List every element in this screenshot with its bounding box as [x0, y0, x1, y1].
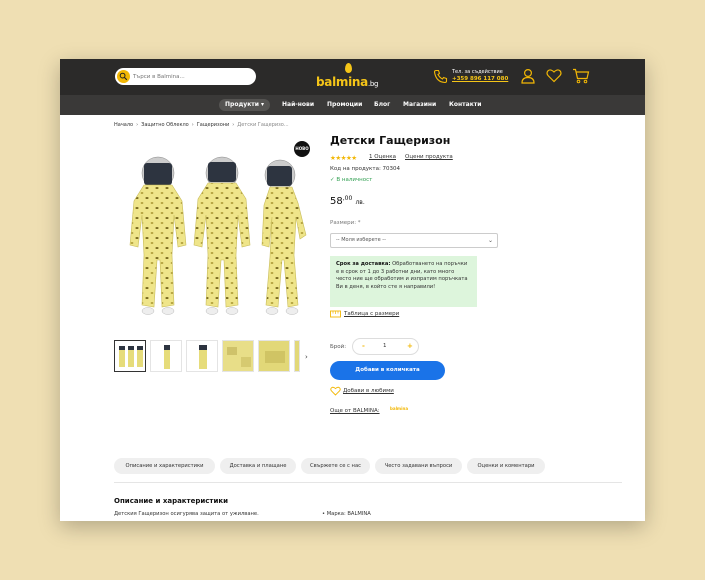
tab-faq[interactable]: Често задавани въпроси: [375, 458, 462, 474]
quantity-value[interactable]: 1: [383, 343, 387, 349]
product-code: Код на продукта: 70304: [330, 166, 401, 172]
size-label: Размери: *: [330, 220, 361, 226]
delivery-info: Срок за доставка: Обработването на поръч…: [330, 256, 477, 307]
suit-side: [261, 159, 307, 315]
review-count-link[interactable]: 1 Оценка: [369, 154, 396, 160]
chevron-down-icon: ▾: [261, 101, 265, 108]
phone-number-link[interactable]: +359 896 117 080: [452, 76, 508, 82]
description-text: Детския Гащеризон осигурява защита от уж…: [114, 511, 259, 517]
cart-icon[interactable]: [572, 68, 590, 84]
suit-back: [193, 156, 251, 315]
search-icon[interactable]: [117, 70, 130, 83]
thumbnail[interactable]: [186, 340, 218, 372]
user-icon[interactable]: [521, 68, 535, 84]
logo-text: balmina.bg: [316, 75, 379, 89]
rate-product-link[interactable]: Оцени продукта: [405, 154, 453, 160]
nav-promotions[interactable]: Промоции: [327, 99, 362, 111]
product-title: Детски Гащеризон: [330, 134, 451, 147]
search-input[interactable]: [133, 70, 251, 83]
tab-delivery[interactable]: Доставка и плащане: [220, 458, 296, 474]
add-to-favorites-link[interactable]: Добави в любими: [343, 388, 394, 394]
browser-page: balmina.bg Тел. за съдействие +359 896 1…: [60, 59, 645, 521]
phone-icon: [433, 69, 448, 84]
suit-front: [129, 156, 187, 315]
honey-drop-icon: [345, 63, 352, 73]
tab-contact[interactable]: Свържете се с нас: [301, 458, 370, 474]
breadcrumb: Начало › Защитно Облекло › Гащеризони › Детски…: [114, 122, 289, 128]
chevron-right-icon[interactable]: ›: [305, 353, 308, 361]
breadcrumb-protective[interactable]: Защитно Облекло: [141, 122, 189, 128]
heart-icon[interactable]: [330, 386, 341, 396]
nav-newest[interactable]: Най-нови: [282, 99, 314, 111]
description-title: Описание и характеристики: [114, 497, 229, 505]
brand-attribute: • Марка: BALMINA: [322, 511, 371, 517]
product-tabs: Описание и характеристики Доставка и пла…: [114, 458, 594, 475]
stock-status: ✓ В наличност: [330, 177, 373, 183]
thumbnail[interactable]: [294, 340, 300, 372]
new-badge: НОВО: [294, 141, 310, 157]
nav-contacts[interactable]: Контакти: [449, 99, 481, 111]
thumbnail[interactable]: [222, 340, 254, 372]
ruler-icon: [330, 310, 341, 318]
quantity-increase-button[interactable]: +: [407, 342, 413, 350]
tab-reviews[interactable]: Оценки и коментари: [467, 458, 545, 474]
breadcrumb-overalls[interactable]: Гащеризони: [197, 122, 230, 128]
product-main-image[interactable]: [114, 135, 315, 335]
logo[interactable]: balmina.bg: [316, 63, 396, 93]
search-box[interactable]: [115, 68, 256, 85]
quantity-label: Брой:: [330, 344, 347, 350]
header: balmina.bg Тел. за съдействие +359 896 1…: [60, 59, 645, 95]
price: 58,00 лв.: [330, 195, 365, 207]
breadcrumb-current: Детски Гащеризо...: [237, 122, 289, 128]
size-select[interactable]: -- Моля изберете -- ⌄: [330, 233, 498, 248]
nav-stores[interactable]: Магазини: [403, 99, 436, 111]
breadcrumb-home[interactable]: Начало: [114, 122, 133, 128]
thumbnail-strip: [114, 340, 314, 372]
nav-products[interactable]: Продукти ▾: [219, 99, 271, 111]
size-table-link[interactable]: Таблица с размери: [344, 311, 399, 317]
more-from-brand-link[interactable]: Още от BALMINA:: [330, 408, 380, 414]
thumbnail[interactable]: [114, 340, 146, 372]
quantity-stepper[interactable]: - 1 +: [352, 338, 419, 355]
nav-blog[interactable]: Блог: [374, 99, 390, 111]
chevron-down-icon: ⌄: [487, 237, 493, 244]
main-nav: Продукти ▾ Най-нови Промоции Блог Магази…: [60, 95, 645, 115]
thumbnail[interactable]: [258, 340, 290, 372]
divider: [114, 482, 622, 483]
phone-label: Тел. за съдействие: [452, 69, 503, 75]
brand-logo[interactable]: balmina: [390, 406, 408, 411]
thumbnail[interactable]: [150, 340, 182, 372]
rating-stars: ★★★★★: [330, 154, 357, 162]
heart-icon[interactable]: [546, 68, 562, 83]
add-to-cart-button[interactable]: Добави в количката: [330, 361, 445, 380]
tab-description[interactable]: Описание и характеристики: [114, 458, 215, 474]
quantity-decrease-button[interactable]: -: [362, 342, 365, 350]
